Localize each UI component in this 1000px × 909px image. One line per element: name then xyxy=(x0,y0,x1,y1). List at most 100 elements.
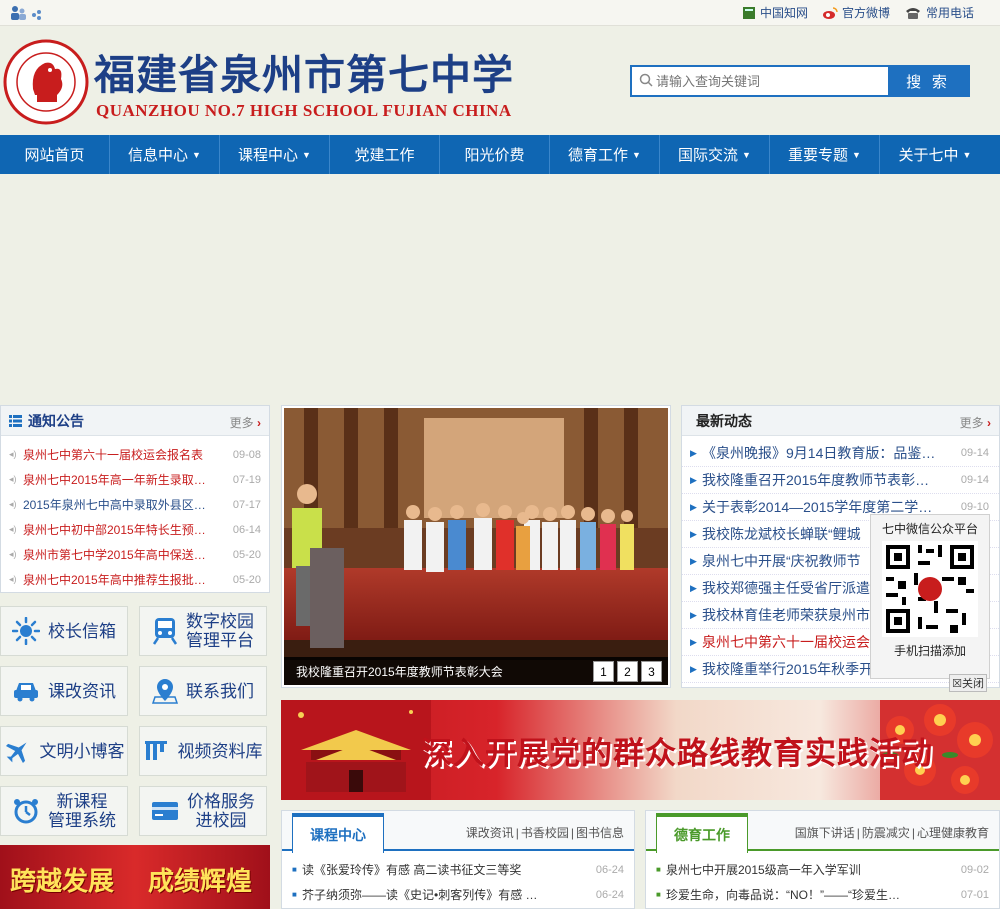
moral-link-disaster[interactable]: 防震减灾 xyxy=(862,826,910,840)
slider-page-button[interactable]: 2 xyxy=(617,661,638,682)
nav-label: 网站首页 xyxy=(24,147,85,164)
car-icon xyxy=(14,683,38,702)
course-link-reform[interactable]: 课改资讯 xyxy=(466,826,514,840)
party-slogan: 深入开展党的群众路线教育实践活动 xyxy=(421,736,933,772)
tab-course-center[interactable]: 课程中心 xyxy=(292,813,384,853)
nav-international[interactable]: 国际交流 ▼ xyxy=(660,135,770,174)
quick-label: 联系我们 xyxy=(186,681,254,701)
chevron-down-icon: ▼ xyxy=(962,149,972,160)
tab-moral-education[interactable]: 德育工作 xyxy=(656,813,748,853)
nav-label: 国际交流 xyxy=(678,147,739,164)
course-item-text: 芥子纳须弥——读《史记•刺客列传》有感 … xyxy=(302,888,538,902)
tiananmen-icon xyxy=(281,700,431,800)
list-item[interactable]: ◂) 泉州七中第六十一届校运会报名表 09-08 xyxy=(1,442,269,467)
bullet-icon: ■ xyxy=(656,890,661,899)
notice-more-link[interactable]: 更多 › xyxy=(230,414,261,431)
news-text: 我校隆重召开2015年度教师节表彰大会 xyxy=(702,472,942,488)
video-library-button[interactable]: 视频资料库 xyxy=(139,726,267,776)
nav-pricing[interactable]: 阳光价费 xyxy=(440,135,550,174)
nav-label: 重要专题 xyxy=(788,147,849,164)
divider: | xyxy=(570,826,574,840)
qr-close-button[interactable]: ☒关闭 xyxy=(949,674,987,692)
price-service-button[interactable]: 价格服务 进校园 xyxy=(139,786,267,836)
weibo-icon xyxy=(822,6,838,19)
search-button[interactable]: 搜 索 xyxy=(888,67,968,95)
close-label: 关闭 xyxy=(962,678,984,690)
arrow-right-icon: ▶ xyxy=(690,474,697,485)
course-link-reading[interactable]: 书香校园 xyxy=(521,826,569,840)
list-icon xyxy=(9,414,22,427)
curriculum-news-button[interactable]: 课改资讯 xyxy=(0,666,128,716)
slider-photo[interactable]: 我校隆重召开2015年度教师节表彰大会 1 2 3 xyxy=(284,408,668,685)
notice-text: 泉州七中2015年高一年新生录取… xyxy=(23,473,206,487)
search-input[interactable] xyxy=(632,67,888,95)
course-header: 课程中心 课改资讯 | 书香校园 | 图书信息 xyxy=(282,811,634,853)
nav-course-center[interactable]: 课程中心 ▼ xyxy=(220,135,330,174)
nav-topics[interactable]: 重要专题 ▼ xyxy=(770,135,880,174)
slider-page-button[interactable]: 3 xyxy=(641,661,662,682)
arrow-right-icon: ▶ xyxy=(690,636,697,647)
qr-title: 七中微信公众平台 xyxy=(881,522,978,536)
nav-home[interactable]: 网站首页 xyxy=(0,135,110,174)
digital-campus-button[interactable]: 数字校园 管理平台 xyxy=(139,606,267,656)
notice-date: 07-17 xyxy=(232,498,261,511)
divider: | xyxy=(911,826,915,840)
nav-info-center[interactable]: 信息中心 ▼ xyxy=(110,135,220,174)
list-item[interactable]: ▶ 我校隆重召开2015年度教师节表彰大会 09-14 xyxy=(682,467,999,494)
quick-label: 校长信箱 xyxy=(48,621,116,641)
chevron-right-icon: › xyxy=(257,416,261,430)
quick-label: 数字校园 管理平台 xyxy=(186,612,254,650)
achievement-banner[interactable]: 跨越发展 成绩辉煌 xyxy=(0,845,270,909)
arrow-right-icon: ▶ xyxy=(690,663,697,674)
news-more-link[interactable]: 更多 › xyxy=(960,414,991,431)
course-link-library[interactable]: 图书信息 xyxy=(576,826,624,840)
notice-date: 05-20 xyxy=(232,573,261,586)
list-item[interactable]: ◂) 泉州七中2015年高中推荐生报批… 05-20 xyxy=(1,567,269,592)
civility-blog-button[interactable]: 文明小博客 xyxy=(0,726,128,776)
principal-mailbox-button[interactable]: 校长信箱 xyxy=(0,606,128,656)
search-icon xyxy=(639,73,653,87)
weibo-link[interactable]: 官方微博 xyxy=(822,4,890,21)
arrow-right-icon: ▶ xyxy=(690,447,697,458)
chevron-right-icon: › xyxy=(987,416,991,430)
bullet-icon: ■ xyxy=(292,865,297,874)
phone-label: 常用电话 xyxy=(925,6,974,20)
cnki-link[interactable]: 中国知网 xyxy=(742,4,808,21)
contact-us-button[interactable]: 联系我们 xyxy=(139,666,267,716)
phone-link[interactable]: 常用电话 xyxy=(904,4,974,21)
notice-title: 通知公告 xyxy=(28,412,84,429)
news-header: 最新动态 更多 › xyxy=(682,406,999,436)
arrow-right-icon: ▶ xyxy=(690,528,697,539)
list-item[interactable]: ◂) 泉州七中2015年高一年新生录取… 07-19 xyxy=(1,467,269,492)
list-item[interactable]: ◂) 泉州七中初中部2015年特长生预… 06-14 xyxy=(1,517,269,542)
list-item[interactable]: ■ 芥子纳须弥——读《史记•刺客列传》有感 … 06-24 xyxy=(282,882,634,907)
more-label: 更多 xyxy=(229,416,254,430)
list-item[interactable]: ■ 泉州七中开展2015级高一年入学军训 09-02 xyxy=(646,857,999,882)
notice-text: 泉州七中初中部2015年特长生预… xyxy=(23,523,206,537)
nav-label: 阳光价费 xyxy=(464,147,525,164)
wechat-qr-popup: 七中微信公众平台 手机扫描添加 ☒关闭 xyxy=(870,514,990,692)
list-item[interactable]: ■ 珍爱生命，向毒品说：“NO！”——“珍爱生命… 07-01 xyxy=(646,882,999,907)
list-item[interactable]: ■ 读《张爱玲传》有感 高二读书征文三等奖 06-24 xyxy=(282,857,634,882)
moral-link-mental-health[interactable]: 心理健康教育 xyxy=(917,826,989,840)
arrow-right-icon: ▶ xyxy=(690,501,697,512)
moral-link-flag-speech[interactable]: 国旗下讲话 xyxy=(795,826,855,840)
card-icon xyxy=(152,802,178,820)
list-item[interactable]: ◂) 泉州市第七中学2015年高中保送… 05-20 xyxy=(1,542,269,567)
school-seal-logo[interactable] xyxy=(3,39,89,125)
site-header: 福建省泉州市第七中学 QUANZHOU NO.7 HIGH SCHOOL FUJ… xyxy=(0,27,1000,135)
nav-about[interactable]: 关于七中 ▼ xyxy=(880,135,990,174)
party-campaign-banner[interactable]: 深入开展党的群众路线教育实践活动 xyxy=(281,700,1000,800)
list-item[interactable]: ▶ 《泉州晚报》9月14日教育版：品鉴… 09-14 xyxy=(682,440,999,467)
ceremony-photo xyxy=(284,408,668,685)
nav-party-work[interactable]: 党建工作 xyxy=(330,135,440,174)
list-item[interactable]: ◂) 2015年泉州七中高中录取外县区… 07-17 xyxy=(1,492,269,517)
slider-page-button[interactable]: 1 xyxy=(593,661,614,682)
banner-text-1: 跨越发展 xyxy=(10,867,115,897)
notice-text: 2015年泉州七中高中录取外县区… xyxy=(23,498,206,512)
top-bar: 中国知网 官方微博 常用电话 xyxy=(0,0,1000,26)
arrow-right-icon: ▶ xyxy=(690,555,697,566)
nav-moral-education[interactable]: 德育工作 ▼ xyxy=(550,135,660,174)
nav-label: 课程中心 xyxy=(238,147,299,164)
new-course-system-button[interactable]: 新课程 管理系统 xyxy=(0,786,128,836)
